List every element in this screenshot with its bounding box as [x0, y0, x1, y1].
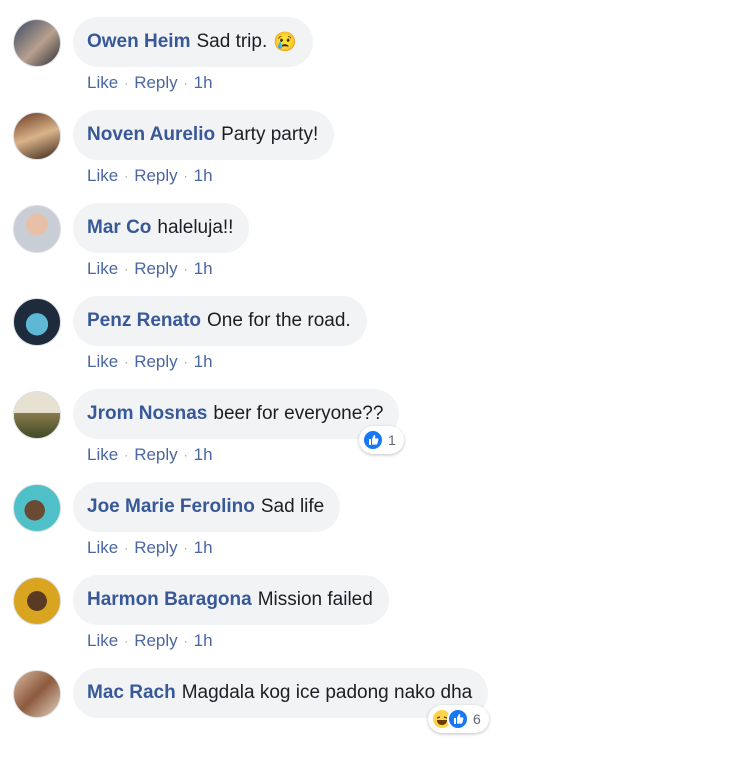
like-button[interactable]: Like: [87, 631, 118, 651]
comment-bubble: Penz Renato One for the road.: [73, 296, 367, 346]
comment-text: beer for everyone??: [213, 403, 384, 424]
separator: ·: [124, 634, 129, 648]
reaction-summary[interactable]: 6: [428, 705, 489, 733]
avatar[interactable]: [13, 298, 61, 346]
comment-item: Jrom Nosnas beer for everyone?? 1 Like ·…: [13, 389, 733, 482]
comment-author-link[interactable]: Mar Co: [87, 217, 151, 239]
separator: ·: [183, 76, 188, 90]
separator: ·: [124, 169, 129, 183]
separator: ·: [183, 634, 188, 648]
reply-button[interactable]: Reply: [134, 631, 177, 651]
comment-text: Sad life: [260, 496, 325, 517]
comment-actions: Like · Reply · 1h: [87, 631, 213, 651]
separator: ·: [124, 355, 129, 369]
comment-item: Mac Rach Magdala kog ice padong nako dha…: [13, 668, 733, 761]
reaction-summary[interactable]: 1: [359, 426, 404, 454]
avatar[interactable]: [13, 577, 61, 625]
avatar[interactable]: [13, 205, 61, 253]
like-button[interactable]: Like: [87, 445, 118, 465]
comment-author-link[interactable]: Mac Rach: [87, 682, 176, 704]
comment-item: Penz Renato One for the road. Like · Rep…: [13, 296, 733, 389]
comment-author-link[interactable]: Noven Aurelio: [87, 124, 215, 146]
crying-face-emoji: 😢: [273, 32, 297, 53]
separator: ·: [124, 262, 129, 276]
like-button[interactable]: Like: [87, 259, 118, 279]
comment-actions: Like · Reply · 1h: [87, 538, 213, 558]
comment-item: Noven Aurelio Party party! Like · Reply …: [13, 110, 733, 203]
comment-bubble: Mar Co haleluja!!: [73, 203, 250, 253]
separator: ·: [124, 541, 129, 555]
comment-text: One for the road.: [207, 310, 351, 331]
comment-item: Mar Co haleluja!! Like · Reply · 1h: [13, 203, 733, 296]
reply-button[interactable]: Reply: [134, 73, 177, 93]
timestamp-link[interactable]: 1h: [194, 352, 213, 372]
comment-bubble: Jrom Nosnas beer for everyone??: [73, 389, 400, 439]
like-button[interactable]: Like: [87, 538, 118, 558]
comment-bubble: Owen Heim Sad trip. 😢: [73, 17, 313, 67]
avatar[interactable]: [13, 391, 61, 439]
comment-actions: Like · Reply · 1h: [87, 445, 213, 465]
reply-button[interactable]: Reply: [134, 352, 177, 372]
like-button[interactable]: Like: [87, 352, 118, 372]
like-button[interactable]: Like: [87, 166, 118, 186]
comment-author-link[interactable]: Harmon Baragona: [87, 589, 252, 611]
reply-button[interactable]: Reply: [134, 445, 177, 465]
avatar[interactable]: [13, 484, 61, 532]
like-button[interactable]: Like: [87, 73, 118, 93]
comment-author-link[interactable]: Penz Renato: [87, 310, 201, 332]
timestamp-link[interactable]: 1h: [194, 166, 213, 186]
comment-actions: Like · Reply · 1h: [87, 73, 213, 93]
separator: ·: [124, 448, 129, 462]
comment-bubble: Noven Aurelio Party party!: [73, 110, 335, 160]
comment-item: Joe Marie Ferolino Sad life Like · Reply…: [13, 482, 733, 575]
separator: ·: [183, 448, 188, 462]
reaction-count: 6: [473, 711, 481, 727]
separator: ·: [124, 76, 129, 90]
like-reaction-icon: [447, 708, 469, 730]
avatar[interactable]: [13, 112, 61, 160]
separator: ·: [183, 541, 188, 555]
avatar[interactable]: [13, 670, 61, 718]
comment-text: Mission failed: [257, 589, 373, 610]
comment-text: Sad trip.: [196, 31, 268, 52]
comment-author-link[interactable]: Jrom Nosnas: [87, 403, 207, 425]
like-reaction-icon: [362, 429, 384, 451]
separator: ·: [183, 262, 188, 276]
timestamp-link[interactable]: 1h: [194, 73, 213, 93]
comment-item: Owen Heim Sad trip. 😢 Like · Reply · 1h: [13, 17, 733, 110]
reply-button[interactable]: Reply: [134, 538, 177, 558]
comment-bubble: Joe Marie Ferolino Sad life: [73, 482, 341, 532]
comment-bubble: Mac Rach Magdala kog ice padong nako dha: [73, 668, 489, 718]
timestamp-link[interactable]: 1h: [194, 259, 213, 279]
timestamp-link[interactable]: 1h: [194, 538, 213, 558]
reply-button[interactable]: Reply: [134, 259, 177, 279]
reaction-count: 1: [388, 432, 396, 448]
separator: ·: [183, 169, 188, 183]
timestamp-link[interactable]: 1h: [194, 445, 213, 465]
separator: ·: [183, 355, 188, 369]
timestamp-link[interactable]: 1h: [194, 631, 213, 651]
comment-author-link[interactable]: Joe Marie Ferolino: [87, 496, 255, 518]
comment-item: Harmon Baragona Mission failed Like · Re…: [13, 575, 733, 668]
comment-text: haleluja!!: [157, 217, 234, 238]
avatar[interactable]: [13, 19, 61, 67]
comment-text: Party party!: [221, 124, 319, 145]
comment-text: Magdala kog ice padong nako dha: [181, 682, 473, 703]
comment-actions: Like · Reply · 1h: [87, 166, 213, 186]
comment-bubble: Harmon Baragona Mission failed: [73, 575, 389, 625]
comment-actions: Like · Reply · 1h: [87, 352, 213, 372]
comment-actions: Like · Reply · 1h: [87, 259, 213, 279]
comment-author-link[interactable]: Owen Heim: [87, 31, 190, 53]
reply-button[interactable]: Reply: [134, 166, 177, 186]
